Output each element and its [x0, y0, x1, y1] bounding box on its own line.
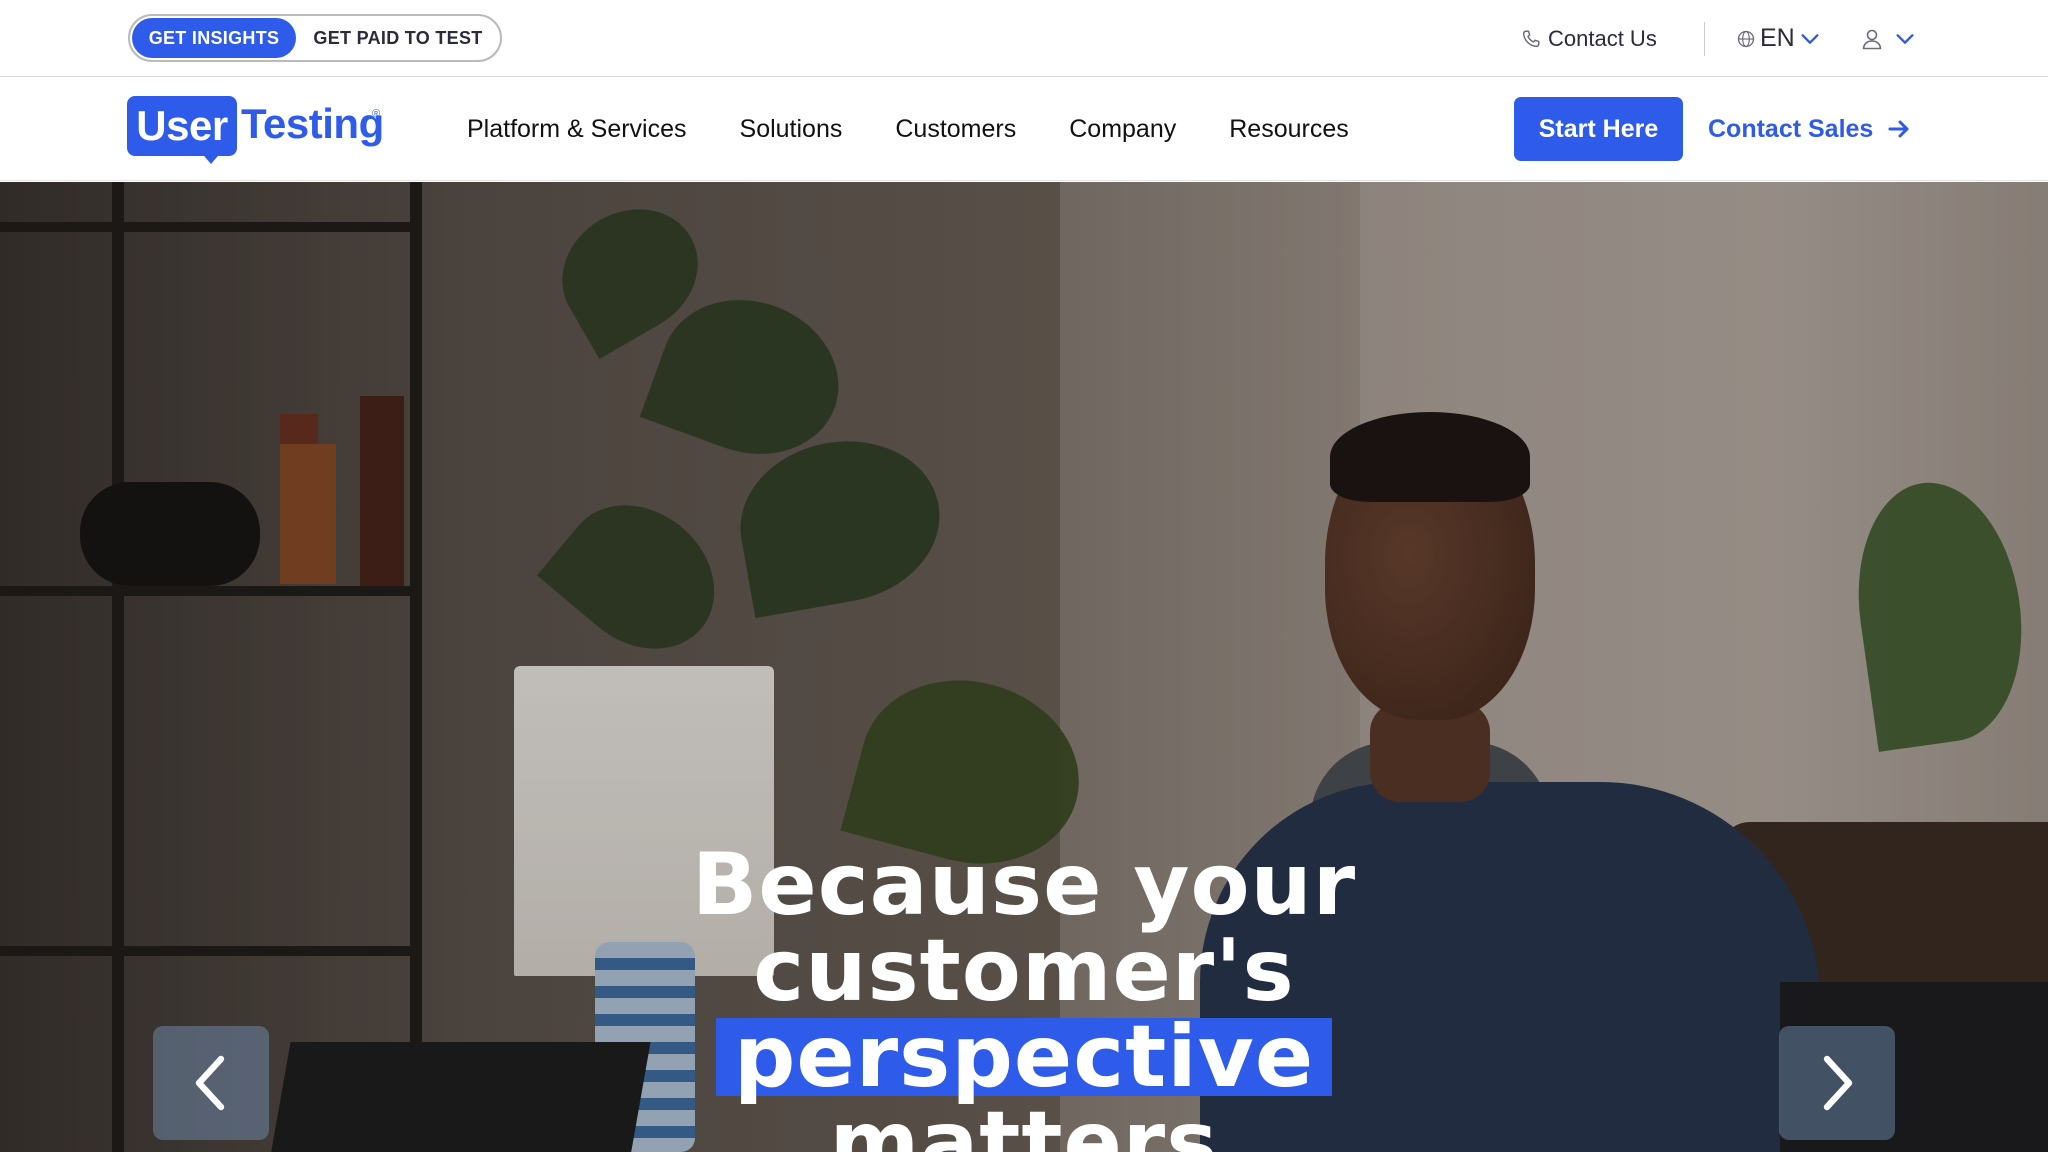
carousel-next-button[interactable] [1779, 1026, 1895, 1140]
logo-user-box: User [127, 96, 237, 156]
logo-speech-tail [199, 150, 223, 164]
globe-icon [1737, 30, 1755, 47]
chevron-left-icon [195, 1055, 225, 1111]
usertesting-logo[interactable]: User Testing ® [127, 96, 384, 164]
logo-testing-text: Testing [241, 100, 384, 147]
utility-bar: GET INSIGHTS GET PAID TO TEST Contact Us… [0, 0, 2048, 77]
chevron-down-icon [1801, 33, 1819, 44]
contact-us-link[interactable]: Contact Us [1520, 0, 1657, 77]
get-paid-to-test-option[interactable]: GET PAID TO TEST [298, 18, 498, 58]
get-insights-option[interactable]: GET INSIGHTS [132, 18, 296, 58]
hero-heading-line-2: customer's [753, 921, 1295, 1021]
language-label: EN [1760, 24, 1795, 52]
arrow-right-icon [1888, 120, 1909, 138]
hero-section: Because your customer's perspective matt… [0, 182, 2048, 1152]
hero-heading-line-3: perspective [0, 1014, 2048, 1100]
hero-heading-line-1: Because your [691, 835, 1357, 935]
phone-icon [1522, 29, 1540, 47]
chevron-down-icon [1896, 33, 1914, 44]
nav-item-solutions[interactable]: Solutions [740, 115, 843, 144]
audience-toggle[interactable]: GET INSIGHTS GET PAID TO TEST [128, 14, 502, 62]
nav-item-customers[interactable]: Customers [895, 115, 1016, 144]
hero-heading-highlight: perspective [715, 1014, 1333, 1100]
carousel-prev-button[interactable] [153, 1026, 269, 1140]
start-here-button[interactable]: Start Here [1514, 97, 1683, 161]
account-menu[interactable] [1860, 0, 1916, 77]
user-icon [1862, 29, 1882, 49]
nav-item-platform-services[interactable]: Platform & Services [467, 115, 687, 144]
utility-divider [1704, 22, 1705, 56]
contact-sales-link[interactable]: Contact Sales [1708, 97, 1911, 161]
hero-heading-line-4: matters [829, 1093, 1219, 1152]
primary-nav-links: Platform & Services Solutions Customers … [467, 78, 1402, 181]
nav-item-resources[interactable]: Resources [1229, 115, 1349, 144]
logo-registered-mark: ® [372, 108, 381, 120]
nav-item-company[interactable]: Company [1069, 115, 1176, 144]
main-nav: User Testing ® Platform & Services Solut… [0, 78, 2048, 181]
chevron-right-icon [1823, 1055, 1853, 1111]
language-selector[interactable]: EN [1736, 0, 1821, 77]
contact-us-label: Contact Us [1548, 25, 1657, 51]
contact-sales-label: Contact Sales [1708, 114, 1874, 143]
